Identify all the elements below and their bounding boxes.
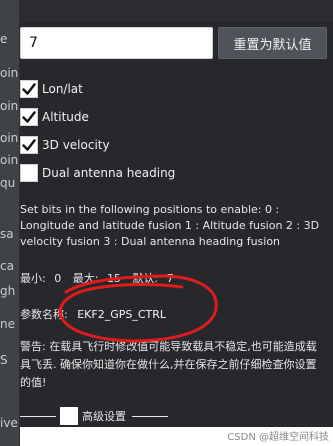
default-value: 7 [166, 272, 174, 285]
panel-top-strip [20, 0, 333, 22]
advanced-settings-label: 高级设置 [82, 410, 126, 423]
lonlat-checkbox[interactable] [20, 80, 38, 98]
altitude-checkbox[interactable] [20, 108, 38, 126]
dual-antenna-heading-label: Dual antenna heading [42, 166, 176, 180]
sidebar-fragment: oin [0, 131, 19, 145]
sidebar-fragment: gh [0, 284, 16, 298]
min-value: 0 [54, 272, 62, 285]
reset-to-default-button[interactable]: 重置为默认值 [218, 27, 327, 59]
sidebar-fragment: ca [0, 259, 14, 273]
background-sidebar: e oin oin oin oin qu sa ca gh ne S ive [0, 0, 20, 446]
watermark-text: CSDN @超维空间科技 [227, 432, 329, 443]
dual-antenna-heading-checkbox[interactable] [20, 164, 38, 182]
screen: e oin oin oin oin qu sa ca gh ne S ive 重… [0, 0, 333, 446]
sidebar-fragment: oin [0, 99, 19, 113]
advanced-settings-row[interactable]: 高级设置 [20, 406, 168, 426]
parameter-name-value: EKF2_GPS_CTRL [77, 308, 167, 321]
sidebar-fragment: oin [0, 66, 19, 80]
checkmark-icon [22, 83, 36, 95]
max-label: 最大: [72, 272, 99, 285]
checkmark-icon [22, 111, 36, 123]
min-label: 最小: [20, 272, 46, 285]
bit-option-3d-velocity[interactable]: 3D velocity [20, 135, 110, 155]
bit-option-dual-antenna-heading[interactable]: Dual antenna heading [20, 163, 175, 183]
advanced-settings-checkbox[interactable] [60, 407, 78, 425]
sidebar-fragment: S [0, 353, 8, 367]
value-input[interactable] [20, 27, 213, 59]
sidebar-fragment: ne [0, 317, 15, 331]
divider-line-right [132, 415, 168, 417]
divider-line-left [20, 415, 56, 417]
bit-option-lonlat[interactable]: Lon/lat [20, 79, 83, 99]
sidebar-fragment: oin [0, 153, 19, 167]
parameter-name-row: 参数名称: EKF2_GPS_CTRL [20, 306, 166, 322]
warning-text: 警告: 在载具飞行时修改值可能导致载具不稳定,也可能造成载具飞丢. 确保你知道你… [20, 340, 317, 389]
sidebar-fragment: sa [0, 227, 14, 241]
parameter-name-label: 参数名称: [20, 308, 68, 321]
range-info: 最小: 0 最大: 15 默认: 7 [20, 270, 179, 286]
parameter-editor-panel: 重置为默认值 Lon/lat Altitude 3D velocity Dual… [20, 0, 333, 427]
lonlat-label: Lon/lat [42, 82, 83, 96]
checkmark-icon [22, 139, 36, 151]
bit-option-altitude[interactable]: Altitude [20, 107, 89, 127]
altitude-label: Altitude [42, 110, 89, 124]
max-value: 15 [106, 272, 121, 285]
sidebar-fragment: e [0, 32, 8, 46]
parameter-description: Set bits in the following positions to e… [20, 203, 320, 248]
3d-velocity-label: 3D velocity [42, 138, 110, 152]
3d-velocity-checkbox[interactable] [20, 136, 38, 154]
sidebar-fragment: ive [0, 416, 18, 430]
sidebar-fragment: qu [0, 176, 16, 190]
default-label: 默认: [132, 272, 159, 285]
